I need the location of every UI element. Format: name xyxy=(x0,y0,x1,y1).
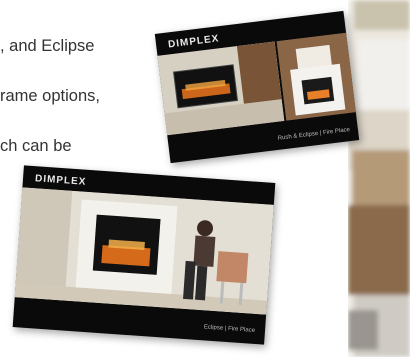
card-bottom-room-graphic xyxy=(14,187,274,315)
body-text-line-2: rame options, xyxy=(0,87,100,105)
body-text-line-1: , and Eclipse xyxy=(0,37,95,55)
card-top-caption: Rush & Eclipse | Fire Place xyxy=(277,127,351,142)
card-bottom-caption: Eclipse | Fire Place xyxy=(203,324,256,334)
card-top-room-left-graphic xyxy=(157,41,285,136)
background-photo-strip xyxy=(348,0,410,357)
card-top-logo: DIMPLEX xyxy=(167,33,220,51)
body-text-line-3: ch can be xyxy=(0,137,72,155)
card-top-room-right xyxy=(276,32,356,121)
brochure-card-top: DIMPLEX Rush & Eclipse | Fire Place xyxy=(154,10,360,164)
card-top-room-left xyxy=(157,41,285,136)
brochure-card-bottom: DIMPLEX Eclipse | Fire Place xyxy=(12,165,276,345)
card-top-room-right-graphic xyxy=(276,32,356,121)
card-bottom-logo: DIMPLEX xyxy=(34,173,87,188)
photo-strip-graphic xyxy=(348,0,410,357)
card-bottom-room xyxy=(14,187,274,315)
